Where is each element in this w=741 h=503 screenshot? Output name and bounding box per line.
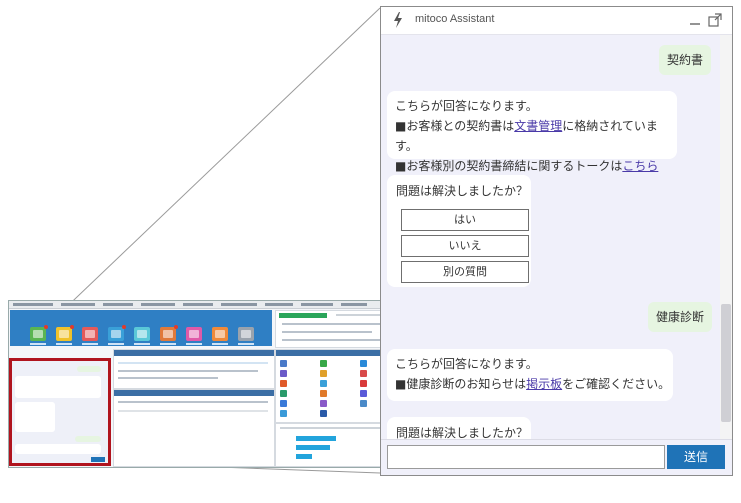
dashboard-thumbnail <box>8 300 396 468</box>
bulletin-board-link[interactable]: 掲示板 <box>526 377 562 391</box>
question-card: 問題は解決しましたか？ はい いいえ 別の質問 <box>387 175 531 287</box>
thumbnail-bar-chart <box>275 423 395 467</box>
option-other-question-button[interactable]: 別の質問 <box>401 261 529 283</box>
user-message: 健康診断 <box>648 302 713 332</box>
chat-header: mitoco Assistant <box>381 7 732 35</box>
user-message: 契約書 <box>659 45 712 75</box>
message-list: 契約書 こちらが回答になります。 ■お客様との契約書は文書管理に格納されています… <box>381 35 732 439</box>
thumbnail-icon-grid <box>275 349 395 423</box>
chat-window: mitoco Assistant 契約書 こちらが回答になります。 ■お客様との… <box>380 6 733 476</box>
talk-link[interactable]: こちら <box>622 159 658 173</box>
chat-title: mitoco Assistant <box>415 13 495 25</box>
option-no-button[interactable]: いいえ <box>401 235 529 257</box>
minimize-icon[interactable] <box>686 11 704 29</box>
bot-message-line: こちらが回答になります。 <box>395 357 538 371</box>
thumbnail-panel <box>113 349 275 389</box>
option-yes-button[interactable]: はい <box>401 209 529 231</box>
lightning-bolt-icon <box>394 12 402 28</box>
bot-message: こちらが回答になります。 ■健康診断のお知らせは掲示板をご確認ください。 <box>387 349 673 401</box>
highlight-frame <box>9 358 111 466</box>
question-card: 問題は解決しましたか？ <box>387 417 531 439</box>
thumbnail-app-banner <box>10 310 272 346</box>
thumbnail-panel <box>113 389 275 467</box>
message-scrollbar[interactable] <box>720 35 732 439</box>
document-management-link[interactable]: 文書管理 <box>514 119 562 133</box>
bot-message-text: をご確認ください。 <box>562 377 671 391</box>
question-text: 問題は解決しましたか？ <box>396 426 529 439</box>
thumbnail-menubar <box>9 301 395 309</box>
bot-message-text: ■お客様との契約書は <box>395 119 515 133</box>
bot-message-text: ■お客様別の契約書締結に関するトークは <box>395 159 623 173</box>
bot-message-line: こちらが回答になります。 <box>395 99 538 113</box>
scrollbar-thumb[interactable] <box>721 304 731 422</box>
chat-input-bar: 送信 <box>381 439 732 475</box>
thumbnail-right-box <box>275 310 395 348</box>
question-text: 問題は解決しましたか？ <box>396 184 529 198</box>
bot-message-text: ■健康診断のお知らせは <box>395 377 527 391</box>
message-input[interactable] <box>387 445 665 469</box>
send-button[interactable]: 送信 <box>667 445 725 469</box>
bot-message: こちらが回答になります。 ■お客様との契約書は文書管理に格納されています。 ■お… <box>387 91 677 173</box>
popout-icon[interactable] <box>706 11 724 29</box>
